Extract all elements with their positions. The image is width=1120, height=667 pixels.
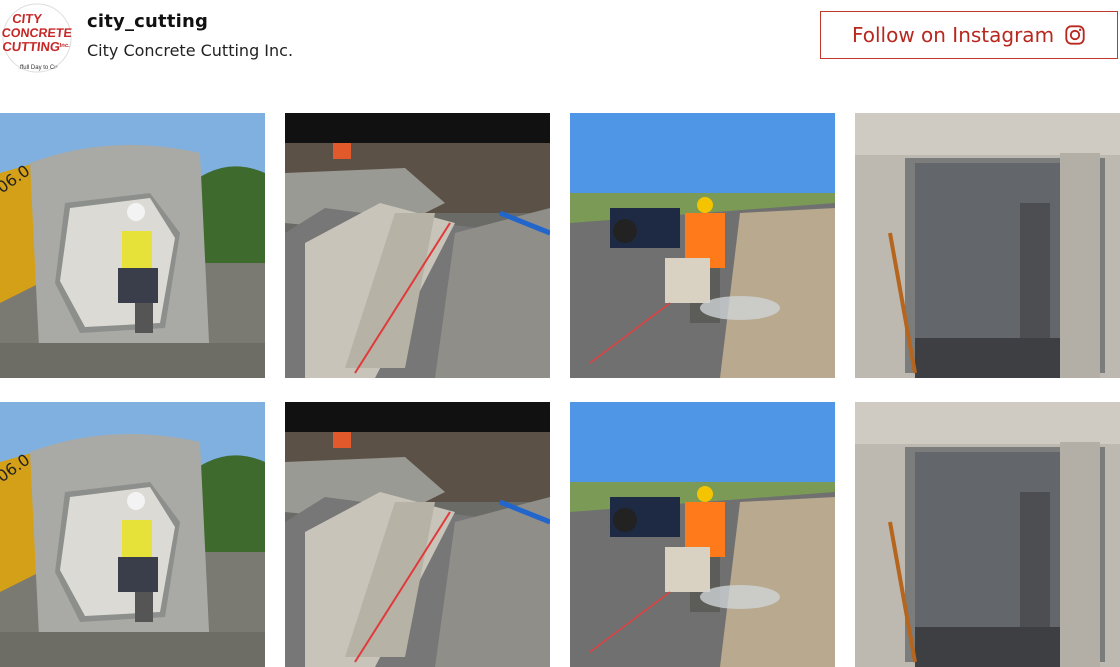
profile-username[interactable]: city_cutting [87, 11, 208, 32]
post-image-worker-in-culvert: 06.0 [0, 402, 265, 667]
profile-full-name: City Concrete Cutting Inc. [87, 41, 294, 60]
post-tile-culvert[interactable]: 06.0 [0, 113, 265, 378]
svg-text:…ffull Day to Cu…: …ffull Day to Cu… [14, 65, 64, 71]
post-tile-elevator[interactable] [855, 402, 1120, 667]
post-image-road-saw-cutting [570, 402, 835, 667]
post-tile-trench[interactable] [285, 402, 550, 667]
city-concrete-cutting-logo-icon: CITY CONCRETE CUTTING Inc. …ffull Day to… [1, 3, 73, 73]
post-tile-culvert[interactable]: 06.0 [0, 402, 265, 667]
post-tile-elevator[interactable] [855, 113, 1120, 378]
instagram-post-grid: 06.0 06.0 [0, 113, 1120, 667]
profile-header: CITY CONCRETE CUTTING Inc. …ffull Day to… [0, 0, 1120, 80]
post-tile-road-saw[interactable] [570, 402, 835, 667]
svg-text:Inc.: Inc. [59, 43, 70, 49]
instagram-icon [1065, 25, 1085, 45]
post-image-worker-in-culvert: 06.0 [0, 113, 265, 378]
post-tile-trench[interactable] [285, 113, 550, 378]
post-image-road-saw-cutting [570, 113, 835, 378]
svg-text:CUTTING: CUTTING [2, 39, 61, 54]
post-image-elevator-opening-cut [855, 113, 1120, 378]
post-tile-road-saw[interactable] [570, 113, 835, 378]
follow-on-instagram-button[interactable]: Follow on Instagram [820, 11, 1118, 59]
follow-button-label: Follow on Instagram [851, 23, 1055, 47]
post-image-cut-concrete-trench [285, 113, 550, 378]
profile-avatar[interactable]: CITY CONCRETE CUTTING Inc. …ffull Day to… [0, 3, 74, 73]
svg-text:CITY: CITY [12, 11, 43, 26]
svg-text:CONCRETE: CONCRETE [1, 26, 73, 40]
post-image-elevator-opening-cut [855, 402, 1120, 667]
post-image-cut-concrete-trench [285, 402, 550, 667]
